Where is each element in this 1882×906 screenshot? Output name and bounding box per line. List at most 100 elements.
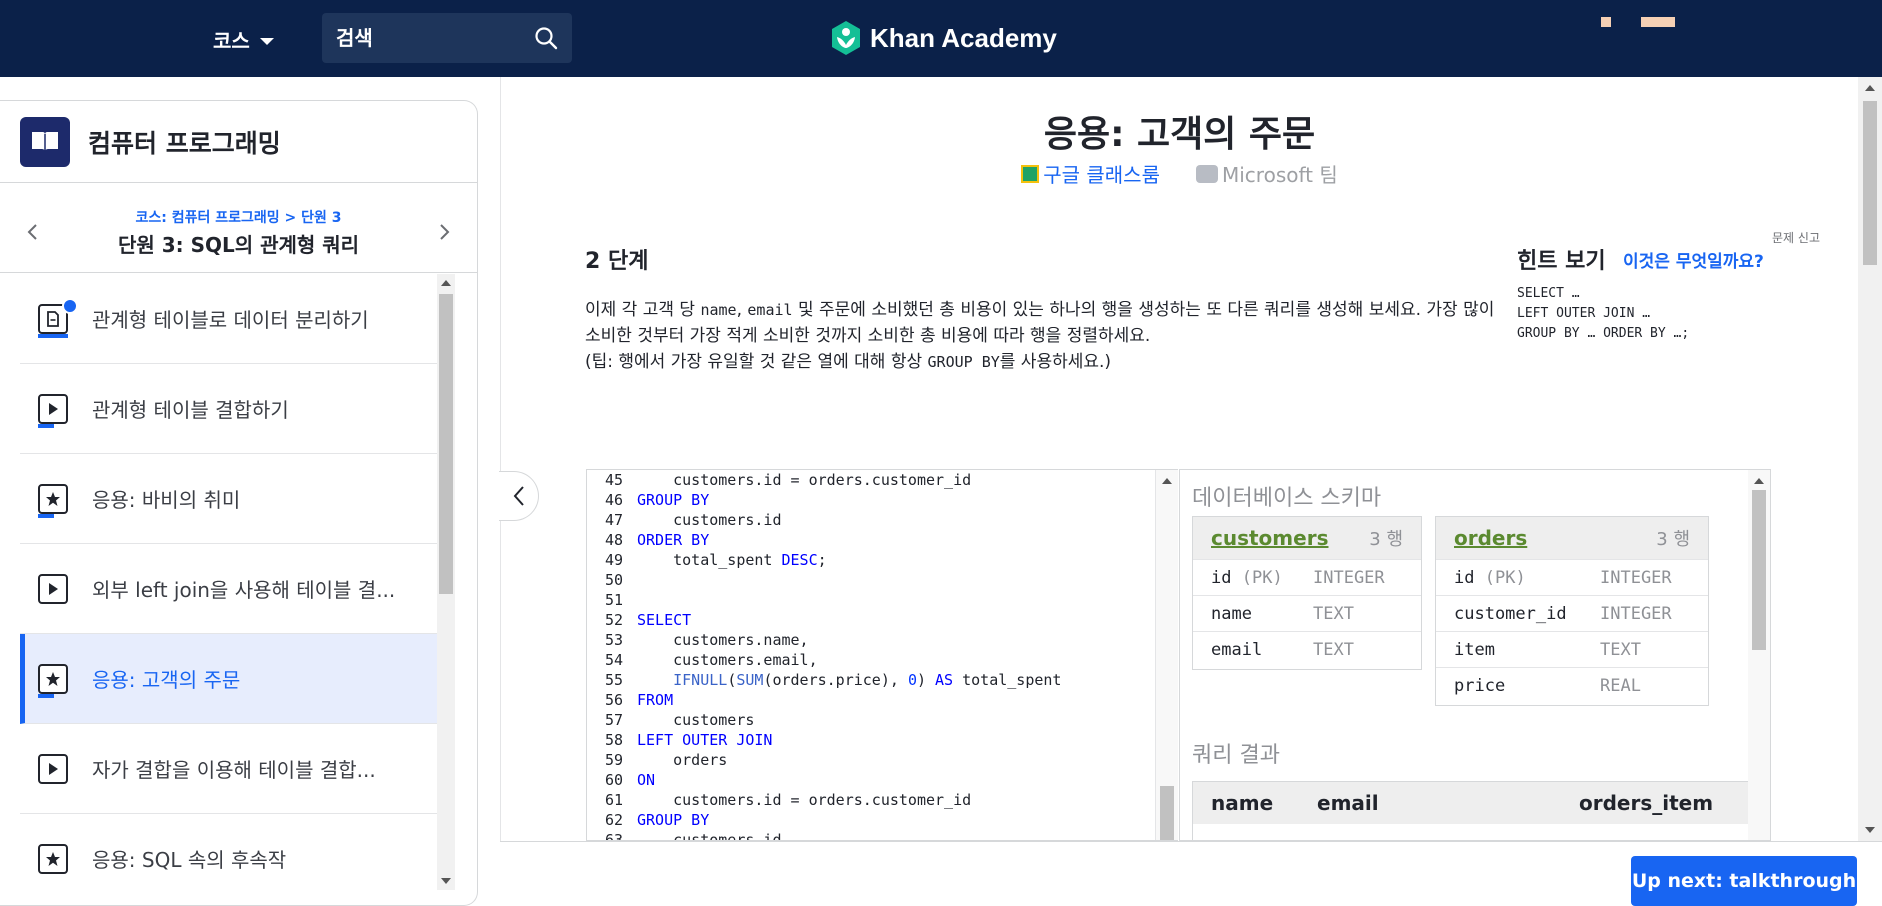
up-next-button[interactable]: Up next: talkthrough [1631, 856, 1857, 906]
lesson-item[interactable]: 외부 left join을 사용해 테이블 결... [20, 544, 437, 634]
scroll-down-icon[interactable] [441, 878, 451, 884]
table-header: customers 3 행 [1193, 517, 1421, 559]
editor-scrollbar[interactable] [1155, 470, 1178, 840]
scrollbar-thumb[interactable] [1160, 786, 1174, 840]
line-number: 56 [604, 691, 623, 709]
code-line[interactable]: 54 customers.email, [587, 650, 1061, 670]
course-header[interactable]: 컴퓨터 프로그래밍 [0, 101, 477, 183]
video-icon [38, 393, 68, 428]
search-input[interactable] [336, 26, 526, 50]
column-name: item [1454, 639, 1495, 660]
code-text[interactable]: customers [631, 710, 754, 730]
code-text[interactable]: IFNULL(SUM(orders.price), 0) AS total_sp… [631, 670, 1061, 690]
lesson-list: 관계형 테이블로 데이터 분리하기 관계형 테이블 결합하기 응용: 바비의 취… [20, 274, 437, 902]
chevron-right-icon[interactable] [433, 221, 455, 243]
code-text[interactable]: orders [631, 750, 727, 770]
microsoft-teams-button[interactable]: Microsoft 팀 [1195, 159, 1338, 188]
code-text[interactable]: SELECT [631, 610, 691, 630]
progress-bar [38, 423, 54, 428]
scroll-down-icon[interactable] [1865, 827, 1875, 833]
code-line[interactable]: 62 GROUP BY [587, 810, 1061, 830]
google-classroom-button[interactable]: 구글 클래스룸 [1021, 159, 1160, 188]
line-number: 61 [604, 791, 623, 809]
code-text[interactable]: ORDER BY [631, 530, 709, 550]
code-line[interactable]: 47 customers.id [587, 510, 1061, 530]
schema-table-orders: orders 3 행 id (PK) INTEGER customer_id INT… [1435, 516, 1709, 706]
code-text[interactable]: GROUP BY [631, 810, 709, 830]
table-name-link[interactable]: customers [1211, 526, 1328, 550]
breadcrumb[interactable]: 코스: 컴퓨터 프로그래밍 > 단원 3 [0, 207, 477, 227]
user-name-block[interactable] [1641, 17, 1675, 27]
code-text[interactable] [631, 590, 637, 610]
code-line[interactable]: 45 customers.id = orders.customer_id [587, 470, 1061, 490]
courses-menu-button[interactable]: 코스 [213, 22, 274, 56]
collapse-sidebar-button[interactable] [499, 471, 539, 521]
lesson-item[interactable]: 관계형 테이블 결합하기 [20, 364, 437, 454]
schema-column: id (PK) INTEGER [1193, 559, 1421, 595]
code-line[interactable]: 61 customers.id = orders.customer_id [587, 790, 1061, 810]
code-line[interactable]: 46 GROUP BY [587, 490, 1061, 510]
line-number: 45 [604, 471, 623, 489]
code-text[interactable]: customers.id [631, 510, 781, 530]
hint-help-link[interactable]: 이것은 무엇일까요? [1623, 247, 1764, 272]
report-problem-link[interactable]: 문제 신고 [1772, 229, 1820, 246]
code-line[interactable]: 57 customers [587, 710, 1061, 730]
user-avatar-block[interactable] [1601, 17, 1611, 27]
code-lines[interactable]: 45 customers.id = orders.customer_id 46 GR… [587, 470, 1062, 840]
code-line[interactable]: 60 ON [587, 770, 1061, 790]
column-type: REAL [1600, 675, 1641, 696]
code-line[interactable]: 51 [587, 590, 1061, 610]
code-text[interactable]: customers.email, [631, 650, 818, 670]
scrollbar-thumb[interactable] [1863, 101, 1877, 265]
code-line[interactable]: 58 LEFT OUTER JOIN [587, 730, 1061, 750]
code-text[interactable]: customers.id = orders.customer_id [631, 790, 971, 810]
lesson-item[interactable]: 응용: SQL 속의 후속작 [20, 814, 437, 902]
search-box[interactable] [322, 13, 572, 63]
lesson-item[interactable]: 자가 결합을 이용해 테이블 결합... [20, 724, 437, 814]
code-text[interactable]: customers.id = orders.customer_id [631, 470, 971, 490]
code-text[interactable]: customers.name, [631, 630, 808, 650]
challenge-content: 응용: 고객의 주문 구글 클래스룸 Microsoft 팀 문제 신고 2 단… [499, 77, 1858, 841]
tip-paragraph: (팁: 행에서 가장 유일할 것 같은 열에 대해 항상 GROUP BY를 사… [585, 349, 1495, 375]
lesson-item-current[interactable]: 응용: 고객의 주문 [20, 634, 437, 724]
code-text[interactable] [631, 570, 637, 590]
chevron-down-icon [259, 37, 274, 45]
code-text[interactable]: ON [631, 770, 655, 790]
search-icon[interactable] [534, 26, 558, 50]
khan-academy-logo[interactable]: Khan Academy [830, 20, 1057, 56]
code-line[interactable]: 56 FROM [587, 690, 1061, 710]
code-text[interactable]: FROM [631, 690, 673, 710]
code-line[interactable]: 59 orders [587, 750, 1061, 770]
code-line[interactable]: 50 [587, 570, 1061, 590]
table-name-link[interactable]: orders [1454, 526, 1527, 550]
user-menu[interactable] [1601, 17, 1675, 27]
scroll-up-icon[interactable] [1754, 478, 1764, 484]
scroll-up-icon[interactable] [441, 280, 451, 286]
scroll-up-icon[interactable] [1162, 478, 1172, 484]
line-number: 55 [604, 671, 623, 689]
code-line[interactable]: 55 IFNULL(SUM(orders.price), 0) AS total… [587, 670, 1062, 690]
primary-key-label: (PK) [1241, 567, 1283, 588]
lesson-item[interactable]: 관계형 테이블로 데이터 분리하기 [20, 274, 437, 364]
table-header: orders 3 행 [1436, 517, 1708, 559]
microsoft-teams-label: Microsoft 팀 [1221, 163, 1338, 187]
sidebar-scrollbar[interactable] [437, 274, 455, 890]
code-text[interactable]: GROUP BY [631, 490, 709, 510]
code-text[interactable]: customers.id [631, 830, 781, 840]
code-line[interactable]: 49 total_spent DESC; [587, 550, 1061, 570]
video-icon [38, 753, 68, 784]
scroll-up-icon[interactable] [1865, 85, 1875, 91]
lesson-label: 외부 left join을 사용해 테이블 결... [92, 578, 396, 602]
scrollbar-thumb[interactable] [1752, 490, 1766, 650]
code-line[interactable]: 53 customers.name, [587, 630, 1061, 650]
page-scrollbar[interactable] [1858, 77, 1882, 841]
code-line[interactable]: 63 customers.id [587, 830, 1061, 840]
scrollbar-thumb[interactable] [439, 294, 453, 594]
code-line[interactable]: 52 SELECT [587, 610, 1061, 630]
lesson-item[interactable]: 응용: 바비의 취미 [20, 454, 437, 544]
code-text[interactable]: total_spent DESC; [631, 550, 827, 570]
panel-scrollbar[interactable] [1748, 470, 1770, 840]
code-text[interactable]: LEFT OUTER JOIN [631, 730, 772, 750]
code-line[interactable]: 48 ORDER BY [587, 530, 1061, 550]
sql-code-editor[interactable]: 45 customers.id = orders.customer_id 46 GR… [586, 469, 1178, 841]
